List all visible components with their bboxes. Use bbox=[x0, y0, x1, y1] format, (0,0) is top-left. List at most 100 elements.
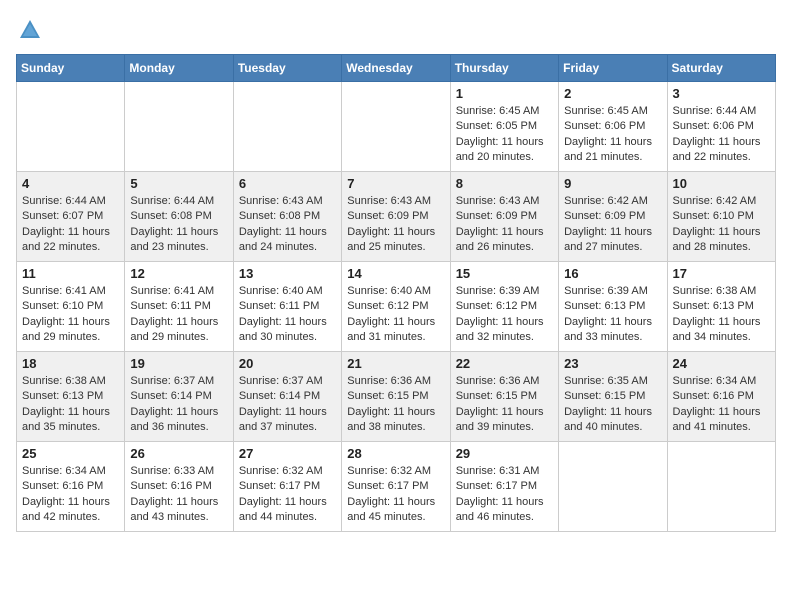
calendar-cell bbox=[667, 442, 775, 532]
day-number: 8 bbox=[456, 176, 553, 191]
day-info: Sunrise: 6:38 AM Sunset: 6:13 PM Dayligh… bbox=[22, 374, 119, 436]
calendar-cell bbox=[17, 82, 125, 172]
weekday-header: Friday bbox=[559, 55, 667, 82]
day-number: 16 bbox=[564, 266, 661, 281]
calendar-cell: 1 Sunrise: 6:45 AM Sunset: 6:05 PM Daylig… bbox=[450, 82, 558, 172]
calendar-cell: 26 Sunrise: 6:33 AM Sunset: 6:16 PM Dayli… bbox=[125, 442, 233, 532]
day-number: 18 bbox=[22, 356, 119, 371]
calendar-cell: 15 Sunrise: 6:39 AM Sunset: 6:12 PM Dayli… bbox=[450, 262, 558, 352]
calendar-cell: 4Sunrise: 6:44 AM Sunset: 6:07 PM Daylig… bbox=[17, 172, 125, 262]
day-number: 15 bbox=[456, 266, 553, 281]
day-info: Sunrise: 6:42 AM Sunset: 6:09 PM Dayligh… bbox=[564, 194, 661, 256]
calendar-cell: 18 Sunrise: 6:38 AM Sunset: 6:13 PM Dayli… bbox=[17, 352, 125, 442]
day-info: Sunrise: 6:43 AM Sunset: 6:09 PM Dayligh… bbox=[456, 194, 553, 256]
day-info: Sunrise: 6:32 AM Sunset: 6:17 PM Dayligh… bbox=[239, 464, 336, 526]
day-number: 29 bbox=[456, 446, 553, 461]
day-number: 22 bbox=[456, 356, 553, 371]
day-info: Sunrise: 6:37 AM Sunset: 6:14 PM Dayligh… bbox=[130, 374, 227, 436]
day-number: 23 bbox=[564, 356, 661, 371]
calendar-cell bbox=[342, 82, 450, 172]
weekday-header: Wednesday bbox=[342, 55, 450, 82]
calendar-cell: 3 Sunrise: 6:44 AM Sunset: 6:06 PM Daylig… bbox=[667, 82, 775, 172]
day-number: 4 bbox=[22, 176, 119, 191]
day-number: 27 bbox=[239, 446, 336, 461]
day-info: Sunrise: 6:40 AM Sunset: 6:12 PM Dayligh… bbox=[347, 284, 444, 346]
calendar-cell: 21 Sunrise: 6:36 AM Sunset: 6:15 PM Dayli… bbox=[342, 352, 450, 442]
logo bbox=[16, 16, 48, 44]
day-info: Sunrise: 6:43 AM Sunset: 6:08 PM Dayligh… bbox=[239, 194, 336, 256]
day-info: Sunrise: 6:44 AM Sunset: 6:06 PM Dayligh… bbox=[673, 104, 770, 166]
day-number: 17 bbox=[673, 266, 770, 281]
calendar-cell: 11 Sunrise: 6:41 AM Sunset: 6:10 PM Dayli… bbox=[17, 262, 125, 352]
day-info: Sunrise: 6:31 AM Sunset: 6:17 PM Dayligh… bbox=[456, 464, 553, 526]
day-info: Sunrise: 6:41 AM Sunset: 6:11 PM Dayligh… bbox=[130, 284, 227, 346]
day-info: Sunrise: 6:35 AM Sunset: 6:15 PM Dayligh… bbox=[564, 374, 661, 436]
day-info: Sunrise: 6:34 AM Sunset: 6:16 PM Dayligh… bbox=[673, 374, 770, 436]
calendar-cell: 27 Sunrise: 6:32 AM Sunset: 6:17 PM Dayli… bbox=[233, 442, 341, 532]
calendar-cell: 8 Sunrise: 6:43 AM Sunset: 6:09 PM Daylig… bbox=[450, 172, 558, 262]
calendar-cell: 17Sunrise: 6:38 AM Sunset: 6:13 PM Dayli… bbox=[667, 262, 775, 352]
calendar-table: SundayMondayTuesdayWednesdayThursdayFrid… bbox=[16, 54, 776, 532]
weekday-header: Thursday bbox=[450, 55, 558, 82]
day-info: Sunrise: 6:41 AM Sunset: 6:10 PM Dayligh… bbox=[22, 284, 119, 346]
calendar-cell: 9 Sunrise: 6:42 AM Sunset: 6:09 PM Daylig… bbox=[559, 172, 667, 262]
day-info: Sunrise: 6:40 AM Sunset: 6:11 PM Dayligh… bbox=[239, 284, 336, 346]
weekday-header: Saturday bbox=[667, 55, 775, 82]
calendar-cell: 7 Sunrise: 6:43 AM Sunset: 6:09 PM Daylig… bbox=[342, 172, 450, 262]
calendar-cell: 14Sunrise: 6:40 AM Sunset: 6:12 PM Dayli… bbox=[342, 262, 450, 352]
calendar-cell: 20Sunrise: 6:37 AM Sunset: 6:14 PM Dayli… bbox=[233, 352, 341, 442]
day-info: Sunrise: 6:36 AM Sunset: 6:15 PM Dayligh… bbox=[456, 374, 553, 436]
calendar-week-row: 4Sunrise: 6:44 AM Sunset: 6:07 PM Daylig… bbox=[17, 172, 776, 262]
calendar-cell: 25Sunrise: 6:34 AM Sunset: 6:16 PM Dayli… bbox=[17, 442, 125, 532]
calendar-cell: 16 Sunrise: 6:39 AM Sunset: 6:13 PM Dayli… bbox=[559, 262, 667, 352]
weekday-header-row: SundayMondayTuesdayWednesdayThursdayFrid… bbox=[17, 55, 776, 82]
calendar-cell: 10 Sunrise: 6:42 AM Sunset: 6:10 PM Dayli… bbox=[667, 172, 775, 262]
day-number: 10 bbox=[673, 176, 770, 191]
day-number: 20 bbox=[239, 356, 336, 371]
calendar-cell bbox=[233, 82, 341, 172]
page-header bbox=[16, 16, 776, 44]
day-info: Sunrise: 6:39 AM Sunset: 6:13 PM Dayligh… bbox=[564, 284, 661, 346]
calendar-cell: 24 Sunrise: 6:34 AM Sunset: 6:16 PM Dayli… bbox=[667, 352, 775, 442]
day-info: Sunrise: 6:36 AM Sunset: 6:15 PM Dayligh… bbox=[347, 374, 444, 436]
day-number: 12 bbox=[130, 266, 227, 281]
weekday-header: Monday bbox=[125, 55, 233, 82]
calendar-cell: 29 Sunrise: 6:31 AM Sunset: 6:17 PM Dayli… bbox=[450, 442, 558, 532]
day-info: Sunrise: 6:42 AM Sunset: 6:10 PM Dayligh… bbox=[673, 194, 770, 256]
calendar-cell: 23 Sunrise: 6:35 AM Sunset: 6:15 PM Dayli… bbox=[559, 352, 667, 442]
calendar-cell: 2 Sunrise: 6:45 AM Sunset: 6:06 PM Daylig… bbox=[559, 82, 667, 172]
calendar-cell: 12 Sunrise: 6:41 AM Sunset: 6:11 PM Dayli… bbox=[125, 262, 233, 352]
day-info: Sunrise: 6:43 AM Sunset: 6:09 PM Dayligh… bbox=[347, 194, 444, 256]
calendar-cell: 13Sunrise: 6:40 AM Sunset: 6:11 PM Dayli… bbox=[233, 262, 341, 352]
day-info: Sunrise: 6:45 AM Sunset: 6:05 PM Dayligh… bbox=[456, 104, 553, 166]
day-number: 21 bbox=[347, 356, 444, 371]
day-info: Sunrise: 6:33 AM Sunset: 6:16 PM Dayligh… bbox=[130, 464, 227, 526]
weekday-header: Sunday bbox=[17, 55, 125, 82]
calendar-week-row: 1 Sunrise: 6:45 AM Sunset: 6:05 PM Daylig… bbox=[17, 82, 776, 172]
calendar-cell: 22 Sunrise: 6:36 AM Sunset: 6:15 PM Dayli… bbox=[450, 352, 558, 442]
day-number: 24 bbox=[673, 356, 770, 371]
day-info: Sunrise: 6:45 AM Sunset: 6:06 PM Dayligh… bbox=[564, 104, 661, 166]
calendar-cell: 19 Sunrise: 6:37 AM Sunset: 6:14 PM Dayli… bbox=[125, 352, 233, 442]
day-info: Sunrise: 6:32 AM Sunset: 6:17 PM Dayligh… bbox=[347, 464, 444, 526]
day-number: 11 bbox=[22, 266, 119, 281]
day-info: Sunrise: 6:39 AM Sunset: 6:12 PM Dayligh… bbox=[456, 284, 553, 346]
calendar-cell bbox=[125, 82, 233, 172]
calendar-cell: 28Sunrise: 6:32 AM Sunset: 6:17 PM Dayli… bbox=[342, 442, 450, 532]
day-number: 19 bbox=[130, 356, 227, 371]
day-number: 7 bbox=[347, 176, 444, 191]
logo-icon bbox=[16, 16, 44, 44]
day-number: 26 bbox=[130, 446, 227, 461]
calendar-week-row: 11 Sunrise: 6:41 AM Sunset: 6:10 PM Dayli… bbox=[17, 262, 776, 352]
day-number: 3 bbox=[673, 86, 770, 101]
day-number: 6 bbox=[239, 176, 336, 191]
day-number: 2 bbox=[564, 86, 661, 101]
day-number: 5 bbox=[130, 176, 227, 191]
day-info: Sunrise: 6:34 AM Sunset: 6:16 PM Dayligh… bbox=[22, 464, 119, 526]
day-number: 1 bbox=[456, 86, 553, 101]
day-info: Sunrise: 6:44 AM Sunset: 6:08 PM Dayligh… bbox=[130, 194, 227, 256]
calendar-cell: 6 Sunrise: 6:43 AM Sunset: 6:08 PM Daylig… bbox=[233, 172, 341, 262]
weekday-header: Tuesday bbox=[233, 55, 341, 82]
day-number: 9 bbox=[564, 176, 661, 191]
calendar-cell: 5 Sunrise: 6:44 AM Sunset: 6:08 PM Daylig… bbox=[125, 172, 233, 262]
